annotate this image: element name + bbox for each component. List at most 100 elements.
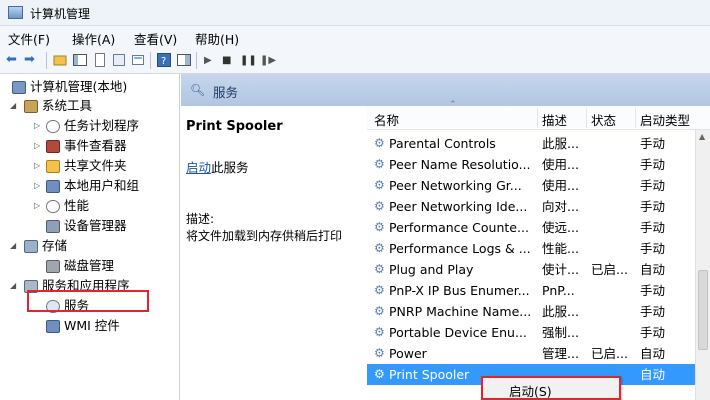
column-divider[interactable] [586,108,587,128]
expand-arrow-icon[interactable]: ▷ [34,116,44,136]
start-service-link[interactable]: 启动 [186,160,211,175]
wmi-icon [46,320,60,333]
selected-service-title: Print Spooler [186,119,283,134]
svg-text:?: ? [161,56,166,67]
service-description: 此服... [542,304,579,319]
up-folder-icon[interactable] [52,52,70,69]
collapse-arrow-icon[interactable]: ◢ [10,276,20,296]
services-list: ⌃ 名称 描述 状态 启动类型 ⚙ Parental Controls 此服... 手… [367,100,710,400]
column-startup-type[interactable]: 启动类型 [640,110,696,129]
play-icon[interactable]: ▶ [204,55,222,72]
service-name: Peer Networking Ide... [389,199,528,214]
column-divider[interactable] [635,108,636,128]
tree-item-label: 事件查看器 [64,138,127,153]
tree-item-label: 设备管理器 [64,218,127,233]
menu-help[interactable]: 帮助(H) [195,29,239,48]
service-row[interactable]: ⚙ PNRP Machine Name... 此服... 手动 [367,301,695,322]
service-row[interactable]: ⚙ Peer Networking Ide... 向对... 手动 [367,196,695,217]
service-gear-icon: ⚙ [374,346,385,360]
tree-item-label: 系统工具 [42,98,93,113]
column-description[interactable]: 描述 [542,110,567,129]
column-status[interactable]: 状态 [591,110,616,129]
service-startup-type: 自动 [640,262,666,277]
service-name: Performance Logs & ... [389,241,531,256]
service-startup-type: 手动 [640,325,666,340]
properties-icon[interactable] [111,52,129,69]
shared-folder-icon [46,160,60,173]
service-description: 性能... [542,241,579,256]
service-description: 使远... [542,220,579,235]
forward-icon[interactable]: ➡ [24,52,42,69]
service-startup-type: 手动 [640,283,666,298]
refresh-icon[interactable] [130,52,148,69]
start-service-suffix: 此服务 [211,160,249,175]
service-gear-icon: ⚙ [374,157,385,171]
toolbar-separator [150,52,151,69]
service-description: 使用... [542,178,579,193]
service-row[interactable]: ⚙ Performance Counte... 使远... 手动 [367,217,695,238]
title-bar: 计算机管理 [0,0,710,26]
service-startup-type: 手动 [640,157,666,172]
clock-icon [46,120,60,133]
expand-arrow-icon[interactable]: ▷ [34,196,44,216]
computer-icon [12,81,26,94]
tree-item-label: 性能 [64,198,90,213]
service-name: Power [389,346,427,361]
computer-management-icon [8,6,23,19]
export-list-icon[interactable] [92,52,110,69]
scrollbar-thumb[interactable] [698,270,708,350]
description-label: 描述: [186,212,215,226]
service-description: 向对... [542,199,579,214]
search-icon: 🔍︎ [190,83,206,97]
service-description: 此服... [542,136,579,151]
service-row[interactable]: ⚙ Peer Name Resolutio... 使用... 手动 [367,154,695,175]
service-description: 管理... [542,346,579,361]
menu-file[interactable]: 文件(F) [8,29,50,48]
menu-view[interactable]: 查看(V) [134,29,177,48]
scroll-up-icon[interactable]: ▲ [699,132,705,141]
vertical-scrollbar[interactable]: ▲ [695,130,710,400]
event-viewer-icon [46,140,60,153]
storage-icon [24,240,38,253]
collapse-arrow-icon[interactable]: ◢ [10,96,20,116]
service-gear-icon: ⚙ [374,325,385,339]
stop-icon[interactable]: ■ [222,55,240,72]
service-gear-icon: ⚙ [374,136,385,150]
expand-arrow-icon[interactable]: ▷ [34,136,44,156]
back-icon[interactable]: ⬅ [6,52,24,69]
pause-icon[interactable]: ❚❚ [240,55,258,72]
service-row[interactable]: ⚙ Power 管理... 已启... 自动 [367,343,695,364]
service-row[interactable]: ⚙ Plug and Play 使计... 已启... 自动 [367,259,695,280]
console-tree-icon[interactable] [72,52,90,69]
column-divider[interactable] [537,108,538,128]
device-manager-icon [46,220,60,233]
service-name: PnP-X IP Bus Enumer... [389,283,530,298]
service-startup-type: 手动 [640,199,666,214]
service-row[interactable]: ⚙ Performance Logs & ... 性能... 手动 [367,238,695,259]
window-title: 计算机管理 [30,7,91,21]
expand-arrow-icon[interactable]: ▷ [34,176,44,196]
service-name: Parental Controls [389,136,496,151]
services-highlight-box [27,290,149,312]
collapse-arrow-icon[interactable]: ◢ [10,236,20,256]
services-header-title: 服务 [213,85,239,100]
tree-item-label: 共享文件夹 [64,158,127,173]
restart-icon[interactable]: ❚▶ [260,55,278,72]
service-row[interactable]: ⚙ PnP-X IP Bus Enumer... PnP... 手动 [367,280,695,301]
service-status: 已启... [591,346,628,361]
expand-arrow-icon[interactable]: ▷ [34,156,44,176]
context-menu-start[interactable]: 启动(S) [509,381,552,400]
service-description: 强制... [542,325,579,340]
service-name: Peer Name Resolutio... [389,157,531,172]
service-row[interactable]: ⚙ Parental Controls 此服... 手动 [367,133,695,154]
tree-item-label: WMI 控件 [64,318,120,333]
service-row[interactable]: ⚙ Peer Networking Gr... 使用... 手动 [367,175,695,196]
column-name[interactable]: 名称 [374,110,399,129]
service-description: 使计... [542,262,579,277]
toolbar-separator [46,52,47,69]
menu-action[interactable]: 操作(A) [72,29,115,48]
service-description: 使用... [542,157,579,172]
help-icon[interactable]: ? [156,52,174,69]
show-hide-action-pane-icon[interactable] [176,52,194,69]
service-row[interactable]: ⚙ Portable Device Enu... 强制... 手动 [367,322,695,343]
